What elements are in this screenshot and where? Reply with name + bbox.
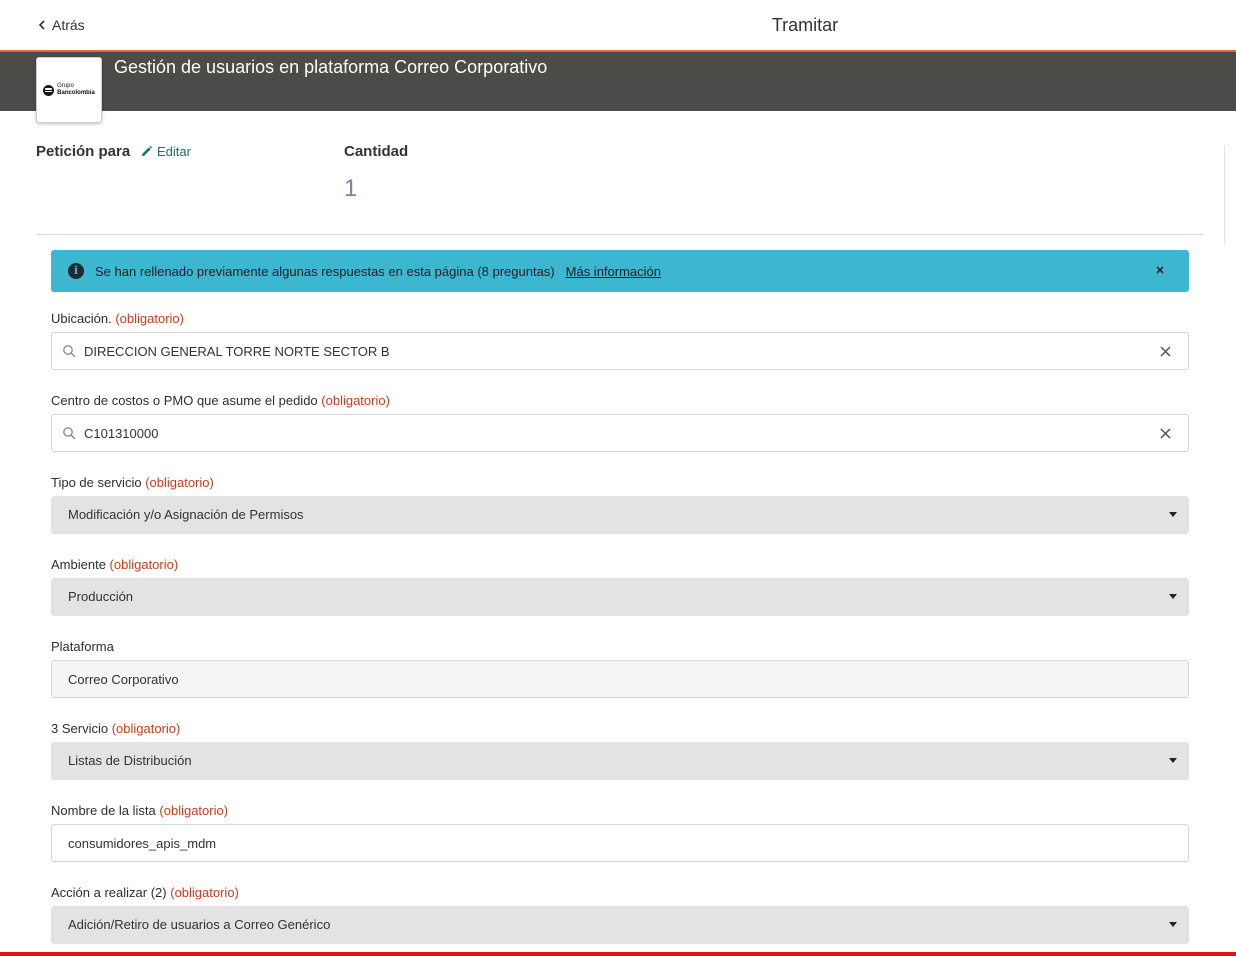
platform-field: Correo Corporativo [51, 660, 1189, 698]
close-icon[interactable] [1153, 263, 1167, 277]
info-icon: i [68, 263, 84, 279]
caret-down-icon [1169, 512, 1177, 517]
bancolombia-logo-icon [43, 84, 55, 96]
more-info-link[interactable]: Más información [566, 264, 661, 279]
caret-down-icon [1169, 922, 1177, 927]
top-bar: Atrás Tramitar [0, 0, 1236, 52]
prefill-info-alert: i Se han rellenado previamente algunas r… [51, 250, 1189, 292]
quantity-value: 1 [344, 175, 358, 202]
summary-divider [36, 234, 1204, 235]
platform-label: Plataforma [51, 639, 114, 654]
service-type-label: Tipo de servicio (obligatorio) [51, 475, 214, 490]
environment-label: Ambiente (obligatorio) [51, 557, 179, 572]
list-name-input[interactable]: consumidores_apis_mdm [51, 824, 1189, 862]
logo-text-line1: Grupo [57, 83, 74, 89]
caret-down-icon [1169, 758, 1177, 763]
logo-text-line2: Bancolombia [57, 90, 95, 96]
edit-label: Editar [157, 144, 191, 159]
service-type-value: Modificación y/o Asignación de Permisos [68, 507, 304, 522]
edit-requested-for-link[interactable]: Editar [140, 144, 191, 159]
service-label: 3 Servicio (obligatorio) [51, 721, 181, 736]
catalog-item-title: Gestión de usuarios en plataforma Correo… [114, 57, 548, 77]
clear-icon[interactable] [1159, 345, 1172, 358]
info-alert-text: Se han rellenado previamente algunas res… [95, 263, 555, 279]
environment-select[interactable]: Producción [51, 578, 1189, 616]
search-icon [63, 345, 76, 358]
action-select[interactable]: Adición/Retiro de usuarios a Correo Gené… [51, 906, 1189, 944]
cost-center-value: C101310000 [84, 426, 159, 441]
environment-value: Producción [68, 589, 134, 604]
pencil-icon [141, 145, 153, 157]
action-value: Adición/Retiro de usuarios a Correo Gené… [68, 917, 331, 932]
cost-center-field[interactable]: C101310000 [51, 414, 1189, 452]
location-label: Ubicación. (obligatorio) [51, 311, 184, 326]
cost-center-label: Centro de costos o PMO que asume el pedi… [51, 393, 390, 408]
page-title: Tramitar [771, 15, 839, 35]
clear-icon[interactable] [1159, 427, 1172, 440]
list-name-value: consumidores_apis_mdm [68, 836, 217, 851]
requested-for-label: Petición para [36, 143, 131, 160]
location-field[interactable]: DIRECCION GENERAL TORRE NORTE SECTOR B [51, 332, 1189, 370]
bottom-highlight-bar [0, 952, 1236, 956]
service-type-select[interactable]: Modificación y/o Asignación de Permisos [51, 496, 1189, 534]
platform-value: Correo Corporativo [68, 672, 179, 687]
service-value: Listas de Distribución [68, 753, 192, 768]
list-name-label: Nombre de la lista (obligatorio) [51, 803, 229, 818]
service-select[interactable]: Listas de Distribución [51, 742, 1189, 780]
quantity-label: Cantidad [344, 143, 409, 160]
location-value: DIRECCION GENERAL TORRE NORTE SECTOR B [84, 344, 390, 359]
side-panel-border [1224, 145, 1225, 245]
caret-down-icon [1169, 594, 1177, 599]
action-label: Acción a realizar (2) (obligatorio) [51, 885, 239, 900]
search-icon [63, 427, 76, 440]
company-logo: Grupo Bancolombia [36, 57, 102, 123]
